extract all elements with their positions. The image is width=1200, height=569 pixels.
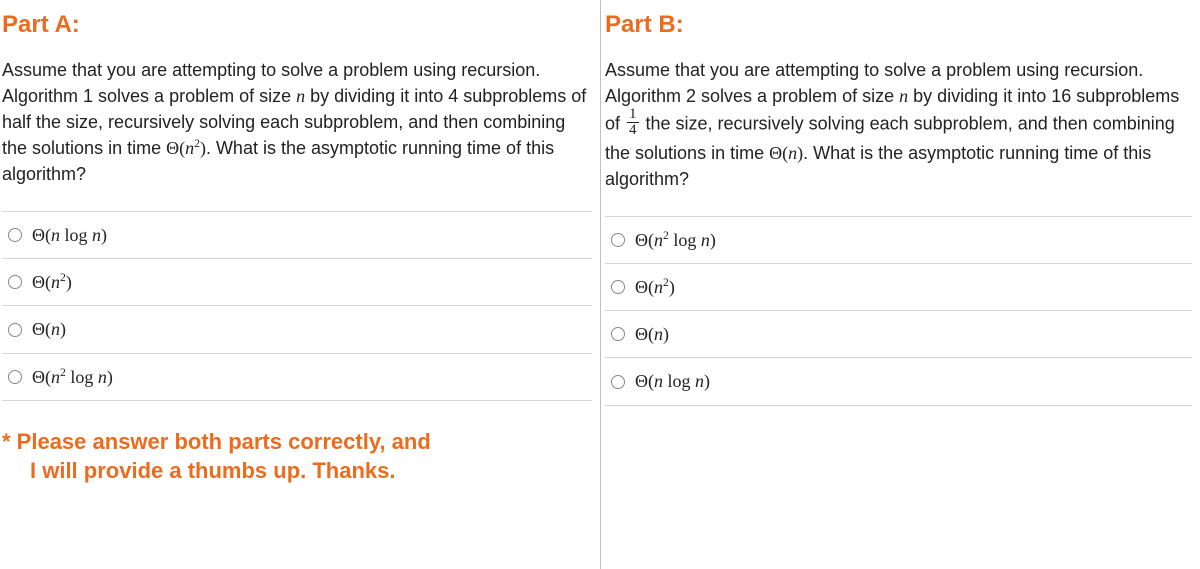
note-line2: I will provide a thumbs up. Thanks.: [2, 456, 592, 486]
fraction-numerator: 1: [627, 107, 639, 122]
var-n: n: [788, 143, 797, 163]
radio-icon[interactable]: [8, 323, 22, 337]
part-b-options: Θ(n2 log n) Θ(n2) Θ(n) Θ(n log n): [605, 216, 1192, 405]
answer-option[interactable]: Θ(n2 log n): [2, 354, 592, 401]
answer-option[interactable]: Θ(n log n): [605, 358, 1192, 405]
part-a-options: Θ(n log n) Θ(n2) Θ(n) Θ(n2 log n): [2, 211, 592, 400]
radio-icon[interactable]: [8, 370, 22, 384]
note-line1: * Please answer both parts correctly, an…: [2, 429, 431, 454]
var-n: n: [899, 86, 908, 106]
radio-icon[interactable]: [8, 275, 22, 289]
option-label: Θ(n log n): [635, 368, 710, 394]
part-a-prompt: Assume that you are attempting to solve …: [2, 57, 592, 187]
radio-icon[interactable]: [611, 280, 625, 294]
answer-option[interactable]: Θ(n): [2, 306, 592, 353]
part-a-column: Part A: Assume that you are attempting t…: [0, 0, 600, 569]
option-label: Θ(n): [32, 316, 66, 342]
var-n: n: [185, 138, 194, 158]
part-a-heading: Part A:: [2, 8, 592, 43]
option-label: Θ(n2): [32, 269, 72, 295]
answer-option[interactable]: Θ(n2 log n): [605, 217, 1192, 264]
radio-icon[interactable]: [611, 327, 625, 341]
option-label: Θ(n2 log n): [635, 227, 716, 253]
answer-option[interactable]: Θ(n): [605, 311, 1192, 358]
fraction-denominator: 4: [627, 122, 639, 138]
part-b-prompt: Assume that you are attempting to solve …: [605, 57, 1192, 192]
option-label: Θ(n): [635, 321, 669, 347]
fraction: 14: [627, 107, 639, 138]
radio-icon[interactable]: [611, 233, 625, 247]
var-n: n: [296, 86, 305, 106]
footer-note: * Please answer both parts correctly, an…: [2, 427, 592, 486]
answer-option[interactable]: Θ(n log n): [2, 212, 592, 259]
answer-option[interactable]: Θ(n2): [605, 264, 1192, 311]
option-label: Θ(n2 log n): [32, 364, 113, 390]
theta-open: Θ(: [769, 143, 788, 163]
radio-icon[interactable]: [611, 375, 625, 389]
part-b-heading: Part B:: [605, 8, 1192, 43]
answer-option[interactable]: Θ(n2): [2, 259, 592, 306]
radio-icon[interactable]: [8, 228, 22, 242]
option-label: Θ(n2): [635, 274, 675, 300]
theta-open: Θ(: [166, 138, 185, 158]
part-b-column: Part B: Assume that you are attempting t…: [600, 0, 1200, 569]
option-label: Θ(n log n): [32, 222, 107, 248]
